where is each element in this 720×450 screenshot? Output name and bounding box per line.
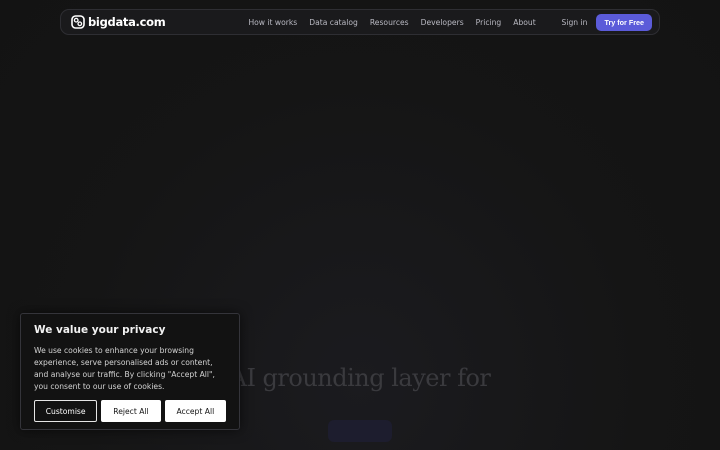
try-for-free-button[interactable]: Try for Free xyxy=(596,13,652,31)
hero-cta-button[interactable] xyxy=(328,420,392,442)
nav-link-how-it-works[interactable]: How it works xyxy=(248,18,297,27)
accept-all-button[interactable]: Accept All xyxy=(164,400,226,422)
nav-link-data-catalog[interactable]: Data catalog xyxy=(309,18,358,27)
bigdata-logo-icon xyxy=(71,15,85,29)
nav-link-about[interactable]: About xyxy=(513,18,535,27)
nav-link-pricing[interactable]: Pricing xyxy=(476,18,502,27)
sign-in-link[interactable]: Sign in xyxy=(562,18,588,27)
hero-title: AI grounding layer for xyxy=(229,364,491,392)
cookie-banner-text: We use cookies to enhance your browsing … xyxy=(34,346,215,391)
cookie-banner-title: We value your privacy xyxy=(34,324,166,336)
hero-subtitle xyxy=(200,396,520,408)
nav-links: How it works Data catalog Resources Deve… xyxy=(248,18,535,27)
customise-button[interactable]: Customise xyxy=(34,400,98,422)
brand-name: bigdata.com xyxy=(88,15,166,29)
nav-link-developers[interactable]: Developers xyxy=(421,18,464,27)
nav-actions: Sign in Try for Free xyxy=(562,13,652,31)
cookie-banner-actions: Customise Reject All Accept All xyxy=(34,400,226,422)
cookie-consent-banner: We value your privacy We use cookies to … xyxy=(20,313,240,430)
reject-all-button[interactable]: Reject All xyxy=(101,400,161,422)
top-navbar: bigdata.com How it works Data catalog Re… xyxy=(60,9,660,35)
brand-logo[interactable]: bigdata.com xyxy=(71,15,166,29)
nav-link-resources[interactable]: Resources xyxy=(370,18,409,27)
